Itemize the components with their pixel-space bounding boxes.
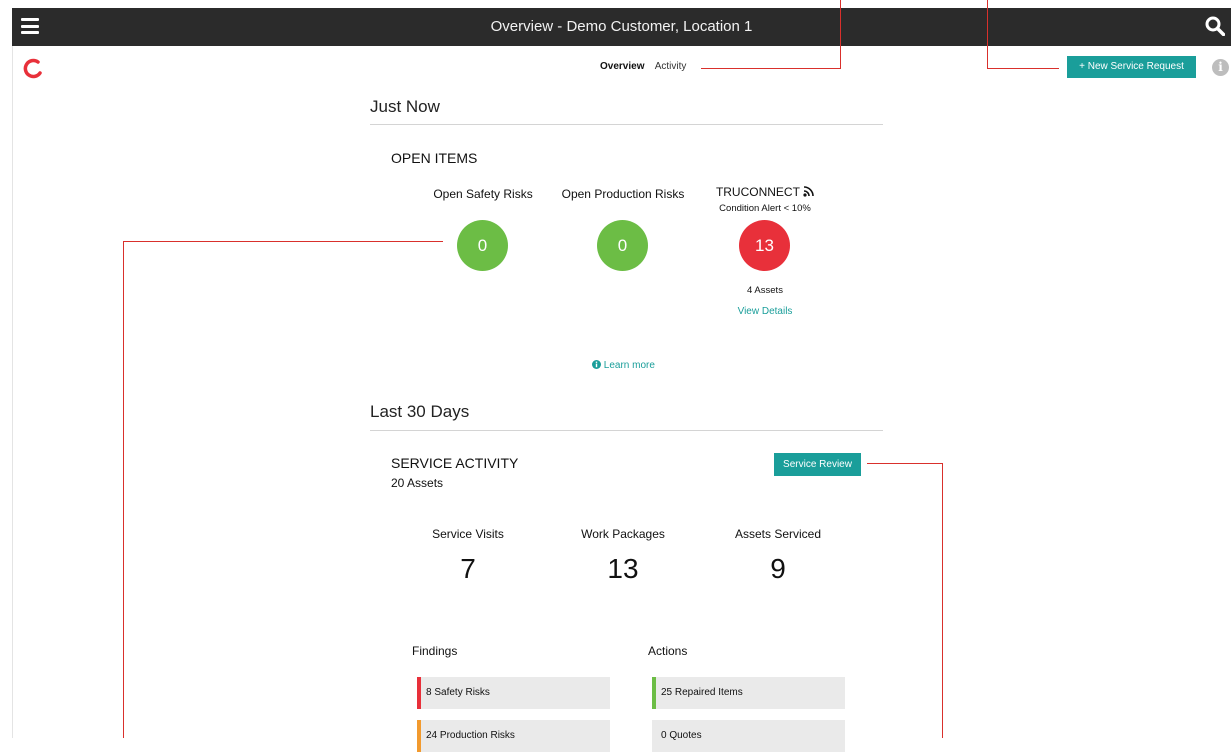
learn-more-label: Learn more: [603, 360, 655, 371]
accent-bar: [652, 677, 656, 709]
stat-value: 9: [770, 553, 786, 584]
stat-label: Service Visits: [432, 527, 504, 541]
open-production-risks-label: Open Production Risks: [561, 187, 685, 201]
annotation-line: [123, 241, 443, 242]
divider: [370, 124, 883, 125]
stat-label: Work Packages: [581, 527, 665, 541]
accent-bar: [417, 720, 421, 752]
open-production-risks-count[interactable]: 0: [597, 220, 648, 271]
annotation-line: [987, 68, 1059, 69]
action-item-quotes[interactable]: 0 Quotes: [652, 720, 845, 752]
finding-label: 8 Safety Risks: [426, 687, 490, 698]
finding-label: 24 Production Risks: [426, 730, 515, 741]
brand-logo-icon[interactable]: [22, 58, 44, 80]
action-label: 0 Quotes: [661, 730, 702, 741]
annotation-line: [701, 68, 841, 69]
truconnect-label: TRUCONNECT: [705, 185, 825, 199]
annotation-line: [123, 241, 124, 738]
learn-more-link[interactable]: Learn more: [592, 360, 655, 371]
stat-label: Assets Serviced: [734, 527, 822, 541]
open-safety-risks-label: Open Safety Risks: [433, 187, 533, 201]
accent-bar: [417, 677, 421, 709]
finding-item-safety[interactable]: 8 Safety Risks: [417, 677, 610, 709]
info-circle-icon: [592, 360, 601, 369]
truconnect-assets: 4 Assets: [747, 285, 783, 296]
actions-title: Actions: [648, 644, 688, 658]
top-bar: Overview - Demo Customer, Location 1: [12, 8, 1231, 46]
service-review-button[interactable]: Service Review: [774, 453, 861, 476]
finding-item-production[interactable]: 24 Production Risks: [417, 720, 610, 752]
annotation-line: [867, 463, 943, 464]
new-service-request-button[interactable]: + New Service Request: [1067, 56, 1196, 78]
tab-activity[interactable]: Activity: [655, 61, 687, 72]
rss-icon: [803, 186, 814, 197]
truconnect-title: TRUCONNECT: [715, 185, 800, 199]
truconnect-alert-count[interactable]: 13: [739, 220, 790, 271]
findings-title: Findings: [412, 644, 458, 658]
annotation-line: [942, 463, 943, 738]
section-title-just-now: Just Now: [370, 97, 440, 116]
view-details-link[interactable]: View Details: [705, 306, 825, 317]
page-title: Overview - Demo Customer, Location 1: [490, 18, 753, 35]
stat-value: 13: [607, 553, 639, 584]
open-items-title: OPEN ITEMS: [391, 150, 478, 166]
nav-tabs: Overview Activity: [600, 61, 694, 72]
action-item-repaired[interactable]: 25 Repaired Items: [652, 677, 845, 709]
stat-value: 7: [460, 553, 476, 584]
annotation-line: [840, 0, 841, 68]
section-title-last-30-days: Last 30 Days: [370, 402, 470, 421]
page-content: [12, 46, 1231, 738]
info-icon[interactable]: i: [1212, 59, 1229, 76]
tab-overview[interactable]: Overview: [600, 61, 644, 72]
truconnect-sublabel: Condition Alert < 10%: [719, 203, 811, 214]
service-activity-title: SERVICE ACTIVITY: [391, 455, 519, 471]
annotation-line: [987, 0, 988, 68]
action-label: 25 Repaired Items: [661, 687, 743, 698]
service-activity-assets: 20 Assets: [391, 476, 444, 490]
search-icon[interactable]: [1205, 16, 1225, 36]
open-safety-risks-count[interactable]: 0: [457, 220, 508, 271]
divider: [370, 430, 883, 431]
